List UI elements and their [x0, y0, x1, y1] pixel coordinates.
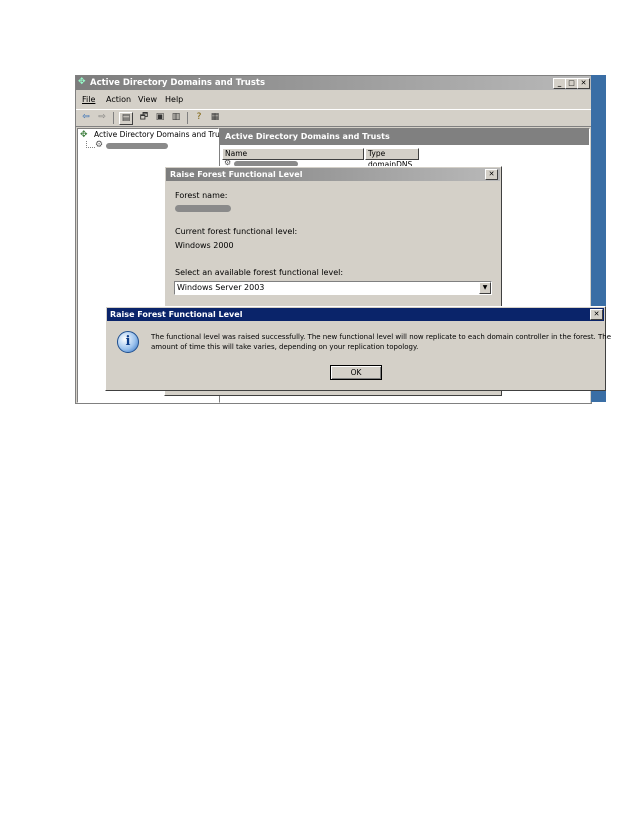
tree-root-icon: ✥: [80, 130, 88, 140]
current-level-label: Current forest functional level:: [175, 227, 298, 236]
raise-dialog-title: Raise Forest Functional Level: [170, 170, 303, 179]
raise-dialog-title-bar[interactable]: Raise Forest Functional Level ✕: [166, 168, 500, 181]
domain-icon: ⚙: [95, 140, 104, 150]
forward-arrow-icon[interactable]: ⇨: [96, 112, 108, 123]
current-level-value: Windows 2000: [175, 241, 234, 250]
success-message-box: Raise Forest Functional Level ✕ i The fu…: [105, 306, 611, 391]
select-level-label: Select an available forest functional le…: [175, 268, 344, 277]
ok-button-label: OK: [350, 368, 362, 377]
back-arrow-icon[interactable]: ⇦: [80, 112, 92, 123]
tree-root-label[interactable]: Active Directory Domains and Trusts: [94, 130, 231, 139]
column-header-type[interactable]: Type: [365, 148, 419, 160]
raise-dialog-close-button[interactable]: ✕: [485, 169, 498, 180]
message-box-title-bar[interactable]: Raise Forest Functional Level ✕: [107, 308, 604, 321]
column-header-name[interactable]: Name: [222, 148, 364, 160]
tree-domain-redacted[interactable]: [106, 143, 168, 149]
menu-help[interactable]: Help: [165, 95, 183, 104]
list-pane-title: Active Directory Domains and Trusts: [225, 132, 390, 141]
toolbar-separator-2: [187, 112, 188, 124]
menu-file[interactable]: File: [82, 95, 95, 104]
message-line-1: The functional level was raised successf…: [151, 333, 612, 341]
show-hide-tree-icon[interactable]: ▤: [119, 112, 133, 125]
toolbar-separator: [113, 112, 114, 124]
refresh-icon[interactable]: ▣: [154, 112, 166, 123]
ok-button[interactable]: OK: [330, 365, 382, 380]
message-box-close-button[interactable]: ✕: [590, 309, 603, 320]
main-window-title: Active Directory Domains and Trusts: [90, 78, 266, 88]
app-icon: ✥: [78, 77, 86, 87]
main-title-bar[interactable]: ✥ Active Directory Domains and Trusts _ …: [76, 76, 591, 90]
column-name-label: Name: [225, 149, 248, 158]
menu-bar: File Action View Help: [76, 92, 591, 107]
message-box-title: Raise Forest Functional Level: [110, 310, 243, 319]
forest-name-label: Forest name:: [175, 191, 228, 200]
menu-action[interactable]: Action: [106, 95, 131, 104]
forest-level-select-value: Windows Server 2003: [177, 283, 265, 292]
forest-name-redacted: [175, 205, 231, 212]
properties-icon[interactable]: 🗗: [138, 112, 150, 123]
close-button[interactable]: ✕: [577, 78, 590, 89]
console-icon[interactable]: ▦: [209, 112, 221, 123]
help-icon[interactable]: ?: [193, 112, 205, 123]
column-type-label: Type: [368, 149, 386, 158]
menu-view[interactable]: View: [138, 95, 157, 104]
info-icon: i: [117, 331, 139, 353]
toolbar: ⇦ ⇨ ▤ 🗗 ▣ ▥ ? ▦: [76, 109, 591, 127]
forest-level-select[interactable]: Windows Server 2003 ▼: [174, 281, 492, 295]
list-pane-header: Active Directory Domains and Trusts: [220, 129, 589, 145]
message-line-2: amount of time this will take varies, de…: [151, 343, 419, 351]
tree-connector: [86, 141, 95, 148]
chevron-down-icon[interactable]: ▼: [479, 282, 491, 294]
export-list-icon[interactable]: ▥: [170, 112, 182, 123]
